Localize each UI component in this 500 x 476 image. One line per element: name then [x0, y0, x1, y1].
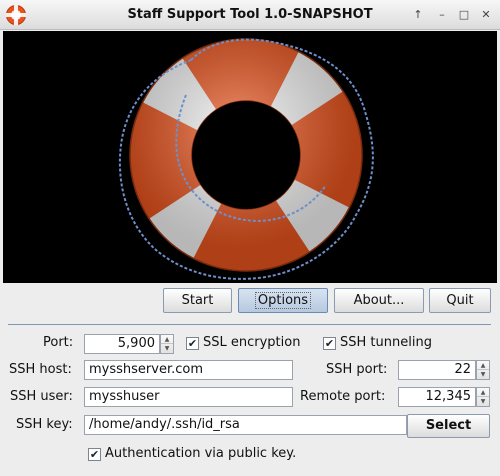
ssh-port-label: SSH port: — [326, 362, 388, 377]
close-icon[interactable]: ✕ — [478, 7, 494, 23]
spin-down-icon[interactable]: ▼ — [477, 397, 489, 406]
spin-down-icon[interactable]: ▼ — [477, 370, 489, 379]
select-key-button[interactable]: Select — [407, 414, 490, 438]
remote-port-spinner[interactable]: ▲ ▼ — [476, 387, 490, 407]
maximize-icon[interactable]: □ — [456, 7, 472, 23]
ssh-port-field[interactable]: 22 — [398, 360, 476, 380]
lifebuoy-illustration — [118, 38, 374, 280]
ssh-key-label: SSH key: — [16, 417, 73, 432]
quit-button[interactable]: Quit — [429, 288, 491, 313]
pubkey-auth-checkbox[interactable]: ✔ — [88, 448, 101, 461]
ssh-tunneling-checkbox[interactable]: ✔ — [323, 337, 336, 350]
ssh-user-field[interactable]: mysshuser — [84, 387, 293, 407]
port-spinner[interactable]: ▲ ▼ — [160, 334, 174, 354]
ssh-port-spinner[interactable]: ▲ ▼ — [476, 360, 490, 380]
ssh-user-label: SSH user: — [10, 389, 73, 404]
move-up-icon[interactable]: ↑ — [410, 7, 426, 23]
minimize-icon[interactable]: – — [434, 7, 450, 23]
app-window: Staff Support Tool 1.0-SNAPSHOT ↑ – □ ✕ — [0, 0, 500, 476]
separator — [8, 324, 491, 325]
spin-up-icon[interactable]: ▲ — [161, 335, 173, 344]
ssl-checkbox[interactable]: ✔ — [186, 337, 199, 350]
ssl-label[interactable]: SSL encryption — [203, 334, 300, 352]
spin-up-icon[interactable]: ▲ — [477, 388, 489, 397]
start-button[interactable]: Start — [163, 288, 232, 313]
port-field[interactable]: 5,900 — [84, 334, 160, 354]
ssh-key-field[interactable]: /home/andy/.ssh/id_rsa — [84, 415, 407, 435]
ssh-host-field[interactable]: mysshserver.com — [84, 360, 293, 380]
port-label: Port: — [43, 335, 74, 350]
pubkey-auth-label[interactable]: Authentication via public key. — [105, 445, 296, 463]
options-button[interactable]: Options — [238, 288, 328, 313]
remote-port-field[interactable]: 12,345 — [398, 387, 476, 407]
ssh-host-label: SSH host: — [9, 362, 72, 377]
about-button[interactable]: About... — [334, 288, 424, 313]
ssh-tunneling-label[interactable]: SSH tunneling — [340, 334, 432, 352]
remote-port-label: Remote port: — [300, 389, 386, 404]
spin-down-icon[interactable]: ▼ — [161, 344, 173, 353]
spin-up-icon[interactable]: ▲ — [477, 361, 489, 370]
lifebuoy-banner-image — [3, 31, 497, 283]
title-bar[interactable]: Staff Support Tool 1.0-SNAPSHOT ↑ – □ ✕ — [0, 0, 500, 30]
